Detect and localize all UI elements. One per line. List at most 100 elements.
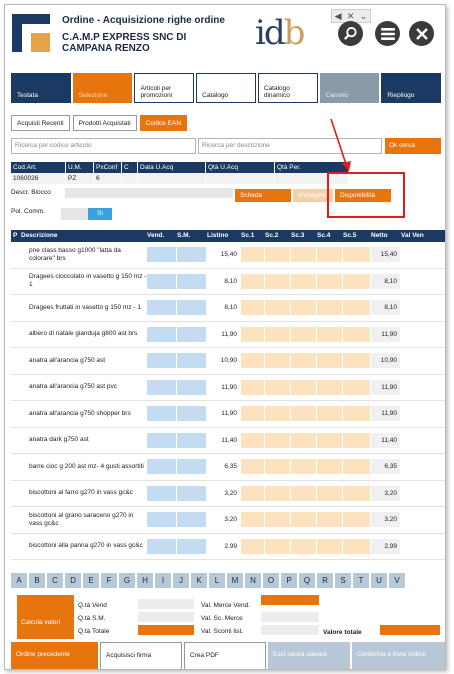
sc3-input[interactable] xyxy=(291,512,316,528)
sc3-input[interactable] xyxy=(291,353,316,369)
vend-input[interactable] xyxy=(147,538,176,554)
sc4-input[interactable] xyxy=(317,247,342,263)
sc2-input[interactable] xyxy=(265,247,290,263)
sc4-input[interactable] xyxy=(317,432,342,448)
sc3-input[interactable] xyxy=(291,379,316,395)
sc2-input[interactable] xyxy=(265,538,290,554)
sm-input[interactable] xyxy=(177,379,206,395)
tab-acquisti-recenti[interactable]: Acquisti Recenti xyxy=(11,115,70,131)
product-row[interactable]: pne class basso g1000 "latta da colorare… xyxy=(11,242,445,269)
sm-input[interactable] xyxy=(177,485,206,501)
tab-riepilogo[interactable]: Riepilogo xyxy=(381,73,442,103)
letter-i[interactable]: I xyxy=(155,573,171,588)
conferma-invia-button[interactable]: Conferma e invia ordine xyxy=(352,642,445,669)
tab-carrello[interactable]: Carrello xyxy=(319,73,380,103)
sc1-input[interactable] xyxy=(241,485,264,501)
sc3-input[interactable] xyxy=(291,459,316,475)
product-row[interactable]: barre cioc g 200 ast mz- 4 gusti assorti… xyxy=(11,454,445,481)
letter-p[interactable]: P xyxy=(281,573,297,588)
product-row[interactable]: anatra dark g750 ast 11,40 11,40 xyxy=(11,427,445,454)
tab-codice-ean[interactable]: Codice EAN xyxy=(139,115,188,131)
sc5-input[interactable] xyxy=(343,300,370,316)
letter-e[interactable]: E xyxy=(83,573,99,588)
menu-button[interactable] xyxy=(375,21,400,46)
letter-c[interactable]: C xyxy=(47,573,63,588)
sc4-input[interactable] xyxy=(317,273,342,289)
article-row[interactable]: 1060026 PZ 6 xyxy=(11,173,349,184)
scheda-button[interactable]: Scheda xyxy=(235,189,291,202)
sc1-input[interactable] xyxy=(241,512,264,528)
sc4-input[interactable] xyxy=(317,485,342,501)
sc1-input[interactable] xyxy=(241,459,264,475)
sc2-input[interactable] xyxy=(265,273,290,289)
sc2-input[interactable] xyxy=(265,326,290,342)
sc5-input[interactable] xyxy=(343,485,370,501)
sc4-input[interactable] xyxy=(317,300,342,316)
sc2-input[interactable] xyxy=(265,379,290,395)
letter-g[interactable]: G xyxy=(119,573,135,588)
vend-input[interactable] xyxy=(147,273,176,289)
sc3-input[interactable] xyxy=(291,326,316,342)
sc2-input[interactable] xyxy=(265,406,290,422)
sc4-input[interactable] xyxy=(317,406,342,422)
letter-o[interactable]: O xyxy=(263,573,279,588)
sc5-input[interactable] xyxy=(343,326,370,342)
tab-catalogo-dinamico[interactable]: Catalogo dinamico xyxy=(257,73,318,103)
sc5-input[interactable] xyxy=(343,459,370,475)
tab-articoli-promozioni[interactable]: Articoli per promozioni xyxy=(134,73,195,103)
sc2-input[interactable] xyxy=(265,512,290,528)
vend-input[interactable] xyxy=(147,485,176,501)
letter-h[interactable]: H xyxy=(137,573,153,588)
sc2-input[interactable] xyxy=(265,459,290,475)
vend-input[interactable] xyxy=(147,326,176,342)
sc3-input[interactable] xyxy=(291,485,316,501)
vend-input[interactable] xyxy=(147,512,176,528)
product-row[interactable]: biscottoni al farro g270 in vass gc&c 3,2… xyxy=(11,480,445,507)
letter-f[interactable]: F xyxy=(101,573,117,588)
product-row[interactable]: biscottoni cioccolato g270 in xyxy=(11,560,445,564)
sc3-input[interactable] xyxy=(291,406,316,422)
tab-selezione[interactable]: Selezione xyxy=(72,73,133,103)
close-button[interactable] xyxy=(409,21,434,46)
letter-v[interactable]: V xyxy=(389,573,405,588)
sc4-input[interactable] xyxy=(317,379,342,395)
sc5-input[interactable] xyxy=(343,538,370,554)
sc1-input[interactable] xyxy=(241,273,264,289)
letter-s[interactable]: S xyxy=(335,573,351,588)
sc2-input[interactable] xyxy=(265,353,290,369)
close-small-icon[interactable]: ✕ xyxy=(347,11,355,22)
letter-l[interactable]: L xyxy=(209,573,225,588)
sm-input[interactable] xyxy=(177,353,206,369)
sm-input[interactable] xyxy=(177,432,206,448)
search-ok-button[interactable]: Ok cerca xyxy=(385,138,441,154)
letter-t[interactable]: T xyxy=(353,573,369,588)
tab-catalogo[interactable]: Catalogo xyxy=(196,73,256,103)
sc1-input[interactable] xyxy=(241,432,264,448)
vend-input[interactable] xyxy=(147,459,176,475)
product-row[interactable]: anatra all'arancia g750 ast 10,90 10,90 xyxy=(11,348,445,375)
sc5-input[interactable] xyxy=(343,247,370,263)
acquisisci-firma-button[interactable]: Acquisisci firma xyxy=(100,642,182,669)
product-row[interactable]: biscottoni al grano saraceno g270 in vas… xyxy=(11,507,445,534)
letter-a[interactable]: A xyxy=(11,573,27,588)
product-row[interactable]: albero di natale gianduja g800 ast brs 11… xyxy=(11,321,445,348)
sc4-input[interactable] xyxy=(317,512,342,528)
crea-pdf-button[interactable]: Crea PDF xyxy=(184,642,266,669)
product-row[interactable]: anatra all'arancia g750 ast pvc 11,90 11,9… xyxy=(11,374,445,401)
sc4-input[interactable] xyxy=(317,326,342,342)
pol-comm-toggle[interactable]: Si xyxy=(88,208,112,220)
chevron-down-icon[interactable]: ⌄ xyxy=(360,11,368,22)
sc3-input[interactable] xyxy=(291,538,316,554)
sc1-input[interactable] xyxy=(241,300,264,316)
calcola-valori-button[interactable]: Calcola valori xyxy=(17,595,74,639)
sm-input[interactable] xyxy=(177,512,206,528)
sc5-input[interactable] xyxy=(343,406,370,422)
sc5-input[interactable] xyxy=(343,353,370,369)
sc2-input[interactable] xyxy=(265,432,290,448)
vend-input[interactable] xyxy=(147,353,176,369)
pol-comm-off[interactable] xyxy=(61,208,88,220)
sc4-input[interactable] xyxy=(317,353,342,369)
sm-input[interactable] xyxy=(177,406,206,422)
search-code-input[interactable]: Ricerca per codice articolo xyxy=(11,138,196,154)
sc1-input[interactable] xyxy=(241,326,264,342)
